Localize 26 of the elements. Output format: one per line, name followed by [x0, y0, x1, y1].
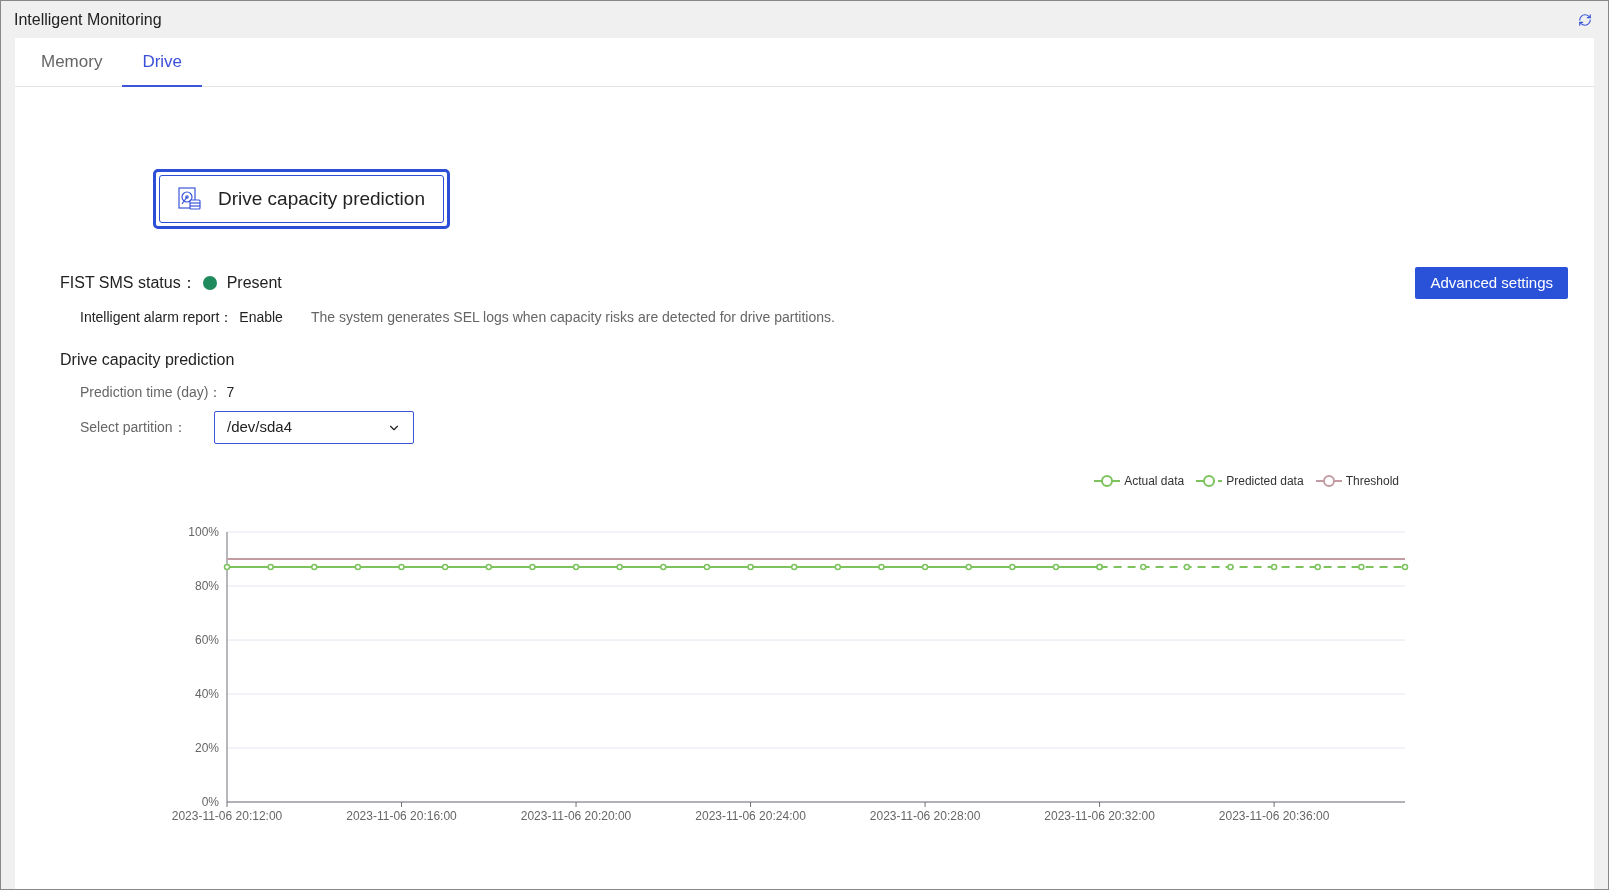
- axis-label: 20%: [194, 741, 219, 755]
- prediction-time-value: 7: [226, 383, 235, 402]
- axis-label: 2023-11-06 20:16:00: [346, 809, 457, 823]
- axis-label: 2023-11-06 20:32:00: [1044, 809, 1155, 823]
- section-heading: Drive capacity prediction: [60, 351, 235, 368]
- status-label: FIST SMS status：: [60, 273, 197, 293]
- alarm-report-value: Enable: [239, 308, 283, 327]
- axis-label: 2023-11-06 20:12:00: [171, 809, 283, 823]
- axis-label: 80%: [194, 579, 219, 593]
- axis-label: 40%: [194, 687, 219, 701]
- partition-label: Select partition：: [80, 418, 188, 437]
- axis-label: 2023-11-06 20:36:00: [1218, 809, 1330, 823]
- axis-label: 60%: [194, 633, 219, 647]
- axis-label: 2023-11-06 20:28:00: [869, 809, 981, 823]
- legend-label: Actual data: [1124, 473, 1185, 490]
- alarm-description: The system generates SEL logs when capacity risks are detected for drive partitions.: [310, 308, 835, 327]
- axis-label: 0%: [201, 795, 219, 809]
- window-title: Intelligent Monitoring: [14, 9, 162, 30]
- axis-label: 100%: [188, 525, 219, 539]
- status-value: Present: [226, 273, 282, 293]
- axis-label: 2023-11-06 20:24:00: [695, 809, 806, 823]
- alarm-report-label: Intelligent alarm report：: [80, 308, 234, 327]
- axis-label: 2023-11-06 20:20:00: [520, 809, 632, 823]
- legend-label: Predicted data: [1226, 473, 1304, 490]
- legend-label: Threshold: [1345, 473, 1399, 490]
- prediction-time-label: Prediction time (day)：: [80, 383, 223, 402]
